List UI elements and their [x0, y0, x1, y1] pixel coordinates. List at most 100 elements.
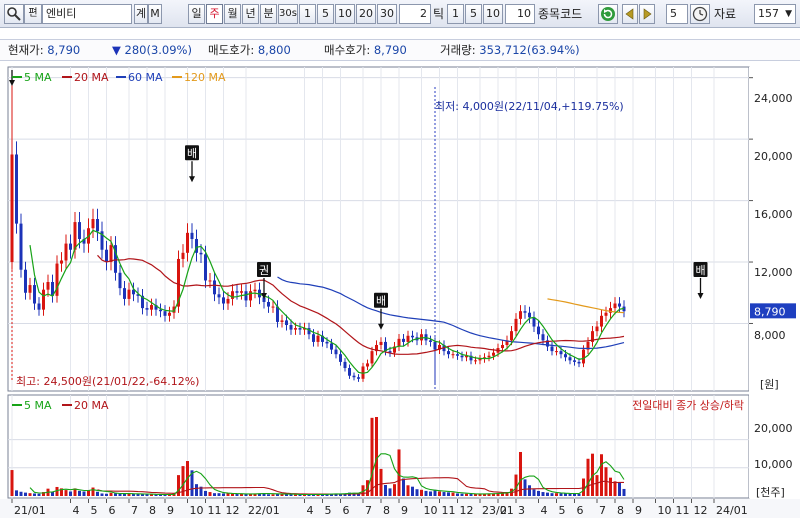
x-axis-label: 7 [599, 504, 606, 517]
tick-1-button[interactable]: 1 [447, 4, 464, 24]
stock-name-field[interactable]: 엔비티 [42, 4, 132, 24]
volume-bar [559, 493, 563, 496]
candle-body [433, 341, 437, 350]
data-count-select[interactable]: 157 ▼ [754, 4, 796, 24]
minute-10-button[interactable]: 10 [335, 4, 355, 24]
period-30s-button[interactable]: 30s [278, 4, 298, 24]
flag-button[interactable]: 편 [24, 4, 42, 24]
candle-body [253, 289, 257, 292]
current-price-tag-label: 8,790 [754, 305, 786, 318]
volume-tick-20000: 20,000 [754, 422, 793, 435]
volume-bar [573, 493, 576, 496]
refresh-button[interactable] [598, 4, 618, 24]
candle-body [159, 309, 162, 312]
gye-button[interactable]: 계 [134, 4, 148, 24]
candle-body [118, 272, 122, 289]
vol-legend-ma20: 20 MA [74, 399, 109, 412]
volume-bar [226, 493, 230, 496]
tick-label: 틱 [433, 7, 445, 21]
current-price-label: 현재가: [8, 43, 44, 57]
candle-body [334, 349, 338, 355]
x-axis-label: 21/01 [14, 504, 46, 517]
volume-bar [271, 494, 275, 496]
candle-body [91, 219, 95, 229]
minute-20-button[interactable]: 20 [356, 4, 376, 24]
volume-bar [586, 458, 590, 496]
x-axis-label: 8 [383, 504, 390, 517]
candle-body [451, 354, 455, 356]
x-axis-label: 11 [442, 504, 456, 517]
tick-10-button[interactable]: 10 [483, 4, 503, 24]
tick-5-button[interactable]: 5 [465, 4, 482, 24]
candle-body [78, 222, 81, 239]
candle-body [28, 285, 32, 293]
step-input[interactable]: 5 [666, 4, 688, 24]
volume-bar [19, 491, 23, 496]
stock-search-button[interactable] [4, 4, 24, 24]
volume-bar [460, 493, 464, 496]
minute-1-button[interactable]: 1 [299, 4, 316, 24]
scroll-left-button[interactable] [622, 4, 638, 24]
candle-body [267, 301, 270, 307]
candle-body [474, 360, 477, 362]
settings-button[interactable] [690, 4, 710, 24]
candle-body [64, 243, 68, 261]
volume-bar [208, 492, 212, 496]
volume-bar [402, 478, 405, 496]
period-monthly-button[interactable]: 월 [224, 4, 241, 24]
volume-bar [69, 491, 72, 496]
volume-bar [600, 454, 603, 496]
candle-body [487, 355, 491, 358]
candle-body [69, 243, 72, 250]
x-axis-label: 5 [91, 504, 98, 517]
x-axis-label: 9 [635, 504, 642, 517]
volume-unit-label: [천주] [756, 485, 785, 499]
minute-30-button[interactable]: 30 [377, 4, 397, 24]
toolbar: 편 엔비티 계 M 일 주 월 년 분 30s 1 5 10 20 30 2 틱… [0, 0, 800, 28]
period-daily-button[interactable]: 일 [188, 4, 205, 24]
volume-bar [118, 493, 122, 496]
volume-bar [469, 494, 473, 496]
candle-body [447, 351, 450, 355]
m-button[interactable]: M [148, 4, 162, 24]
candle-body [208, 280, 212, 282]
candle-body [352, 375, 356, 378]
volume-bar [528, 485, 531, 496]
x-axis-label: 5 [559, 504, 566, 517]
volume-bar [55, 486, 59, 496]
volume-bar [235, 494, 239, 496]
volume-bar [393, 484, 396, 496]
candle-body [316, 335, 320, 342]
candle-body [366, 363, 369, 367]
price-change-value: 280(3.09%) [124, 43, 192, 57]
candle-body [528, 312, 531, 318]
minute-5-button[interactable]: 5 [317, 4, 334, 24]
count-input[interactable]: 2 [399, 4, 431, 24]
volume-bar [109, 492, 113, 496]
x-axis-label: 6 [343, 504, 350, 517]
period-minute-button[interactable]: 분 [260, 4, 277, 24]
candle-body [271, 306, 275, 308]
stock-chart[interactable]: 배권배배 5 MA 20 MA 60 MA 120 MA 최저: 4,000원(… [0, 62, 800, 518]
volume-bar [37, 493, 41, 496]
volume-bar [370, 417, 374, 496]
volume-bar [541, 492, 545, 496]
candle-body [213, 280, 216, 295]
candle-body [127, 289, 131, 299]
period-weekly-button[interactable]: 주 [206, 4, 223, 24]
event-marker-label: 배 [187, 147, 197, 160]
candle-body [519, 311, 522, 319]
x-axis-label: 11 [208, 504, 222, 517]
candle-body [168, 312, 171, 316]
refresh-icon [601, 7, 615, 21]
candle-body [501, 344, 504, 349]
legend-ma20: 20 MA [74, 71, 109, 84]
period-yearly-button[interactable]: 년 [242, 4, 259, 24]
high-price-annotation: 최고: 24,500원(21/01/22,-64.12%) [16, 375, 199, 388]
volume-bar [105, 493, 108, 496]
volume-bar [123, 494, 126, 496]
tick-count-input[interactable]: 10 [505, 4, 535, 24]
candle-body [226, 298, 230, 304]
volume-label: 거래량: [440, 43, 476, 57]
scroll-right-button[interactable] [639, 4, 655, 24]
